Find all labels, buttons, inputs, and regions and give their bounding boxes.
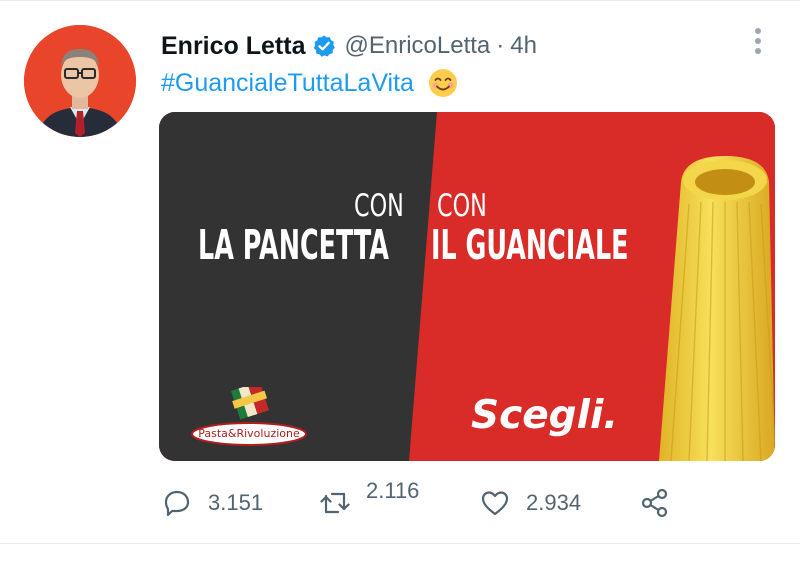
like-count: 2.934 — [526, 490, 582, 515]
like-button[interactable]: 2.934 — [478, 486, 581, 520]
reply-button[interactable]: 3.151 — [160, 486, 263, 520]
heart-icon — [481, 491, 509, 516]
header-separator: · — [496, 32, 505, 59]
author-name[interactable]: Enrico Letta — [161, 32, 305, 61]
ad-cta-text: Scegli. — [471, 393, 619, 438]
verified-badge-icon — [312, 34, 336, 58]
tweet-header: Enrico Letta @EnricoLetta · 4h — [161, 26, 537, 66]
author-avatar[interactable] — [24, 25, 136, 137]
ad-text-pancetta: LA PANCETTA — [198, 221, 389, 269]
ad-text-guanciale: IL GUANCIALE — [431, 221, 629, 269]
author-handle[interactable]: @EnricoLetta — [344, 32, 490, 60]
tweet-text: #GuancialeTuttaLaVita — [161, 66, 458, 100]
share-button[interactable] — [638, 486, 672, 520]
brand-logo-text: Pasta&Rivoluzione — [198, 427, 300, 440]
tweet-actions: 3.151 2.116 2.934 — [160, 478, 700, 528]
tweet-image[interactable]: CON CON LA PANCETTA IL GUANCIALE Scegli.… — [159, 112, 775, 461]
bottom-divider — [0, 543, 800, 544]
retweet-icon — [320, 492, 350, 514]
retweet-count: 2.116 — [366, 478, 420, 503]
avatar-photo — [24, 25, 136, 137]
share-icon — [641, 488, 668, 518]
ad-text-con-left: CON — [354, 188, 404, 224]
top-divider — [0, 0, 800, 1]
hashtag-link[interactable]: #GuancialeTuttaLaVita — [161, 69, 414, 98]
retweet-button[interactable]: 2.116 — [318, 478, 419, 520]
reply-count: 3.151 — [208, 490, 264, 515]
reply-icon — [164, 490, 190, 517]
more-vertical-icon[interactable] — [748, 26, 768, 56]
tweet-timestamp[interactable]: 4h — [510, 32, 537, 60]
ad-text-con-right: CON — [437, 188, 487, 224]
smiling-face-icon — [428, 68, 458, 98]
